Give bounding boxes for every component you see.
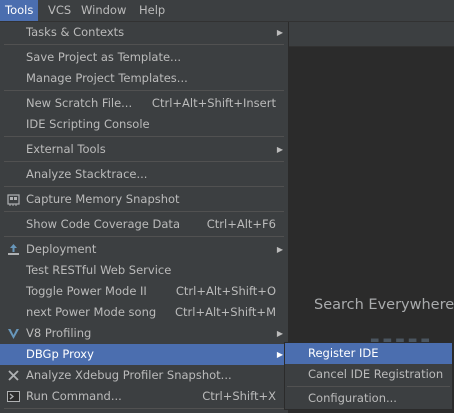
menu-item-shortcut: Ctrl+Alt+F6: [206, 217, 276, 231]
menu-item-new-scratch-file[interactable]: New Scratch File... Ctrl+Alt+Shift+Inser…: [0, 93, 288, 114]
terminal-icon: [7, 391, 20, 402]
separator: [4, 136, 284, 137]
submenu-item-label: Register IDE: [308, 346, 379, 360]
menu-item-v8-profiling[interactable]: V8 Profiling ▶: [0, 323, 288, 344]
menu-item-shortcut: Ctrl+Alt+Shift+M: [174, 305, 276, 319]
separator: [4, 90, 284, 91]
menu-item-show-code-coverage[interactable]: Show Code Coverage Data Ctrl+Alt+F6: [0, 214, 288, 235]
submenu-item-label: Configuration...: [308, 391, 397, 405]
menu-item-ide-scripting-console[interactable]: IDE Scripting Console: [0, 114, 288, 135]
xdebug-icon: [8, 370, 19, 381]
menu-help[interactable]: Help: [134, 0, 170, 21]
menu-item-save-project-as-template[interactable]: Save Project as Template...: [0, 47, 288, 68]
menu-item-test-restful[interactable]: Test RESTful Web Service: [0, 260, 288, 281]
menu-item-label: External Tools: [26, 142, 106, 156]
menu-item-shortcut: Ctrl+Shift+X: [202, 389, 276, 403]
submenu-item-cancel-ide-registration[interactable]: Cancel IDE Registration: [285, 364, 452, 385]
menu-bar: Tools VCS Window Help: [0, 0, 454, 22]
menu-item-label: Save Project as Template...: [26, 50, 182, 64]
menu-item-label: IDE Scripting Console: [26, 117, 150, 131]
submenu-arrow-icon: ▶: [276, 145, 283, 154]
menu-item-label: Tasks & Contexts: [26, 25, 125, 39]
menu-item-label: next Power Mode song: [26, 305, 157, 319]
memory-snapshot-icon: [7, 194, 20, 206]
menu-item-label: Show Code Coverage Data: [26, 217, 180, 231]
menu-item-manage-project-templates[interactable]: Manage Project Templates...: [0, 68, 288, 89]
tools-menu: Tasks & Contexts ▶ Save Project as Templ…: [0, 22, 289, 413]
menu-item-tasks-contexts[interactable]: Tasks & Contexts ▶: [0, 22, 288, 43]
submenu-item-label: Cancel IDE Registration: [308, 367, 444, 381]
menu-item-toggle-power-mode[interactable]: Toggle Power Mode II Ctrl+Alt+Shift+O: [0, 281, 288, 302]
submenu-arrow-icon: ▶: [276, 245, 283, 254]
menu-tools[interactable]: Tools: [0, 0, 39, 21]
menu-item-capture-memory-snapshot[interactable]: Capture Memory Snapshot: [0, 189, 288, 210]
menu-item-shortcut: Ctrl+Alt+Shift+Insert: [151, 96, 276, 110]
submenu-arrow-icon: ▶: [276, 28, 283, 37]
search-everywhere-hint: Search Everywhere: [314, 297, 454, 313]
menu-item-label: Analyze Stacktrace...: [26, 167, 148, 181]
separator: [4, 44, 284, 45]
menu-item-label: New Scratch File...: [26, 96, 133, 110]
separator: [4, 211, 284, 212]
separator: [4, 186, 284, 187]
v8-icon: [8, 329, 19, 339]
menu-item-label: Deployment: [26, 242, 97, 256]
menu-item-external-tools[interactable]: External Tools ▶: [0, 139, 288, 160]
separator: [4, 236, 284, 237]
separator: [287, 386, 450, 387]
deployment-icon: [8, 244, 19, 255]
menu-item-deployment[interactable]: Deployment ▶: [0, 239, 288, 260]
editor-tab-strip: [288, 22, 454, 47]
menu-window[interactable]: Window: [76, 0, 131, 21]
menu-item-analyze-stacktrace[interactable]: Analyze Stacktrace...: [0, 164, 288, 185]
separator: [4, 161, 284, 162]
submenu-item-configuration[interactable]: Configuration...: [285, 388, 452, 409]
menu-item-label: Run Command...: [26, 389, 122, 403]
menu-item-next-power-mode-song[interactable]: next Power Mode song Ctrl+Alt+Shift+M: [0, 302, 288, 323]
menu-item-dbgp-proxy[interactable]: DBGp Proxy ▶: [0, 344, 288, 365]
menu-item-label: Test RESTful Web Service: [26, 263, 172, 277]
dbgp-proxy-submenu: Register IDE Cancel IDE Registration Con…: [284, 342, 453, 410]
menu-item-label: Analyze Xdebug Profiler Snapshot...: [26, 368, 232, 382]
menu-item-label: Manage Project Templates...: [26, 71, 188, 85]
submenu-item-register-ide[interactable]: Register IDE: [285, 343, 452, 364]
submenu-arrow-icon: ▶: [276, 350, 283, 359]
menu-item-shortcut: Ctrl+Alt+Shift+O: [175, 284, 276, 298]
menu-item-label: DBGp Proxy: [26, 347, 94, 361]
submenu-arrow-icon: ▶: [276, 329, 283, 338]
separator: [4, 408, 284, 409]
menu-item-label: Capture Memory Snapshot: [26, 192, 180, 206]
menu-item-label: Toggle Power Mode II: [26, 284, 147, 298]
menu-item-label: V8 Profiling: [26, 326, 92, 340]
menu-vcs[interactable]: VCS: [43, 0, 76, 21]
menu-item-analyze-xdebug[interactable]: Analyze Xdebug Profiler Snapshot...: [0, 365, 288, 386]
menu-item-run-command[interactable]: Run Command... Ctrl+Shift+X: [0, 386, 288, 407]
